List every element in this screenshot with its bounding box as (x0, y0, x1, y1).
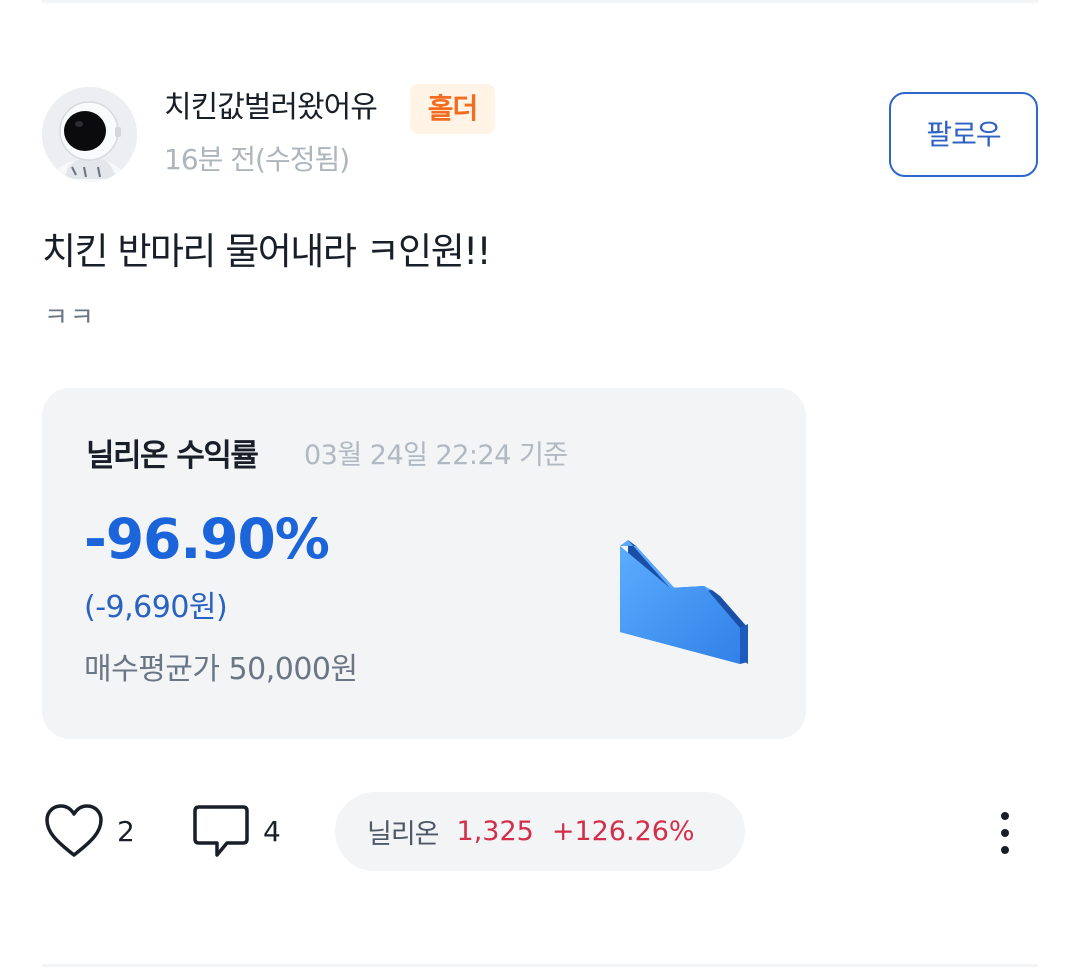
average-buy-price: 매수평균가 50,000원 (84, 652, 358, 687)
return-card-date: 03월 24일 22:24 기준 (304, 440, 568, 471)
comment-icon[interactable] (191, 803, 251, 861)
down-trend-icon (616, 532, 756, 674)
post-body: ㅋㅋ (44, 303, 96, 333)
top-divider (42, 0, 1038, 3)
stock-change: +126.26% (551, 816, 695, 847)
return-amount: (-9,690원) (84, 590, 228, 625)
more-options-icon[interactable] (988, 808, 1022, 858)
follow-button[interactable]: 팔로우 (889, 92, 1038, 177)
like-count: 2 (117, 815, 135, 848)
more-dot (1001, 846, 1009, 854)
return-card-title: 닐리온 수익률 (86, 438, 259, 474)
more-dot (1001, 829, 1009, 837)
comment-count: 4 (263, 815, 281, 848)
post-timestamp: 16분 전(수정됨) (164, 143, 350, 176)
bottom-divider (42, 964, 1038, 967)
astronaut-icon (42, 87, 137, 182)
stock-chip[interactable]: 닐리온 1,325 +126.26% (335, 792, 745, 871)
stock-name: 닐리온 (367, 819, 440, 850)
return-card[interactable]: 닐리온 수익률 03월 24일 22:24 기준 -96.90% (-9,690… (42, 388, 806, 739)
more-dot (1001, 812, 1009, 820)
post-page: 치킨값벌러왔어유 홀더 16분 전(수정됨) 팔로우 치킨 반마리 물어내라 ㅋ… (0, 0, 1080, 978)
heart-icon[interactable] (44, 803, 104, 859)
avatar[interactable] (42, 87, 137, 182)
post-title: 치킨 반마리 물어내라 ㅋ인원!! (42, 230, 491, 273)
stock-price: 1,325 (456, 816, 534, 847)
return-rate: -96.90% (84, 507, 330, 571)
author-username[interactable]: 치킨값벌러왔어유 (164, 86, 378, 130)
holder-badge: 홀더 (410, 84, 495, 134)
